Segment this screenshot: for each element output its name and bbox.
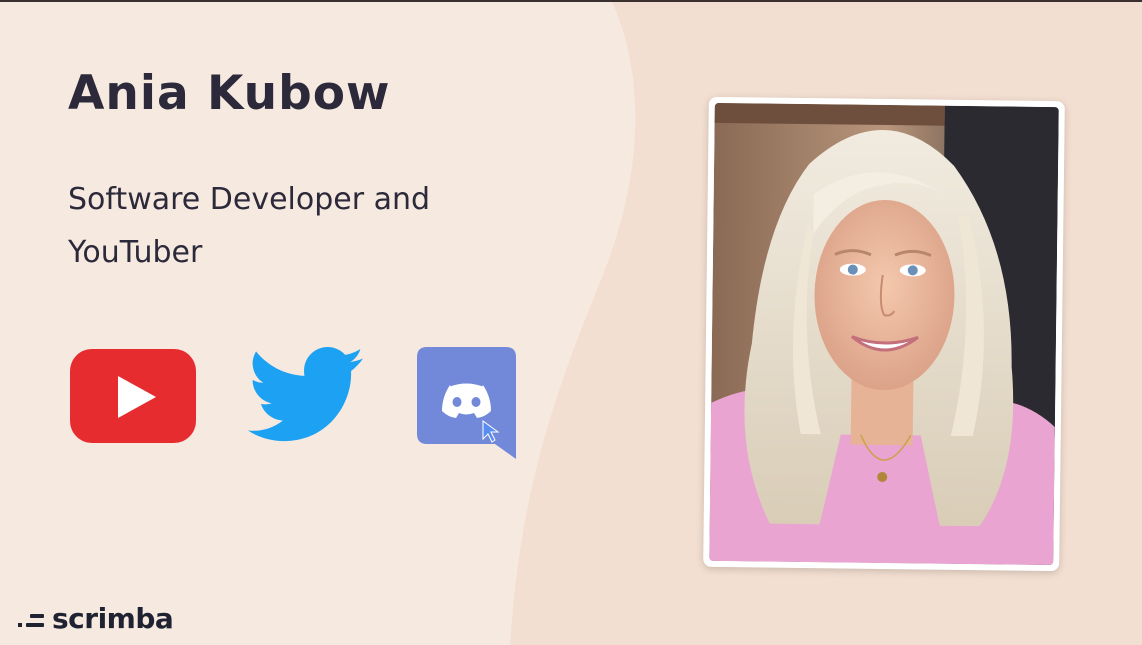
scrimba-logo[interactable]: scrimba [18,602,174,635]
speaker-photo [709,102,1059,566]
discord-icon[interactable] [417,347,516,459]
speaker-subtitle: Software Developer and YouTuber [68,182,431,270]
scrimba-logo-text: scrimba [52,602,174,635]
slide: Ania Kubow Software Developer and YouTub… [0,0,1142,645]
speaker-photo-frame [703,96,1065,572]
youtube-icon[interactable] [70,349,196,443]
speaker-name: Ania Kubow [68,66,391,121]
twitter-icon[interactable] [248,347,366,445]
scrimba-logo-icon [18,613,44,627]
